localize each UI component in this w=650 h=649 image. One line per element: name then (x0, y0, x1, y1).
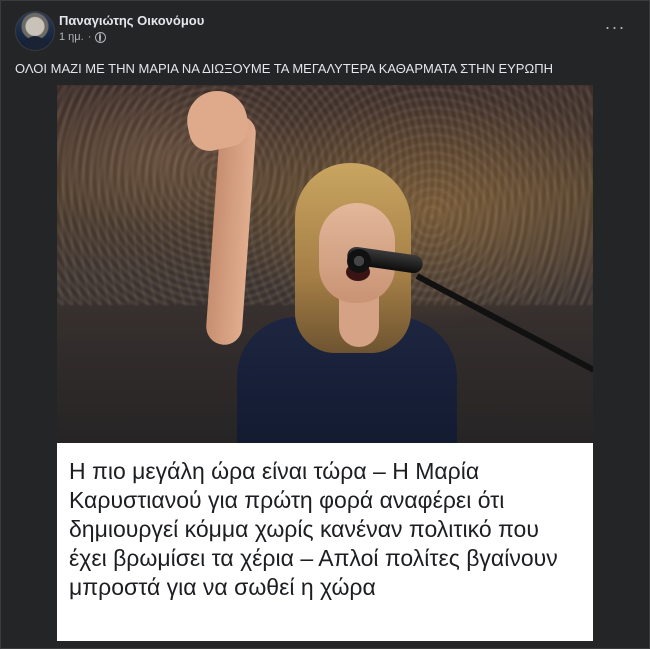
post-meta: 1 ημ. · (59, 31, 107, 43)
post-timestamp[interactable]: 1 ημ. (59, 31, 84, 43)
post-header: Παναγιώτης Οικονόμου 1 ημ. · ··· (15, 11, 635, 51)
author-avatar[interactable] (15, 11, 55, 51)
article-caption: Η πιο μεγάλη ώρα είναι τώρα – Η Μαρία Κα… (69, 458, 558, 600)
post-text: ΟΛΟΙ ΜΑΖΙ ΜΕ ΤΗΝ ΜΑΡΙΑ ΝΑ ΔΙΩΞΟΥΜΕ ΤΑ ΜΕ… (15, 61, 553, 76)
more-horizontal-icon: ··· (604, 16, 626, 37)
globe-icon[interactable] (95, 31, 107, 43)
meta-separator: · (87, 31, 92, 43)
photo-figure-neck (339, 297, 379, 347)
photo-microphone-head (347, 249, 371, 273)
post-photo[interactable] (57, 85, 593, 443)
more-options-button[interactable]: ··· (601, 13, 629, 41)
article-caption-card[interactable]: Η πιο μεγάλη ώρα είναι τώρα – Η Μαρία Κα… (57, 443, 593, 641)
author-name[interactable]: Παναγιώτης Οικονόμου (59, 13, 204, 28)
facebook-post: Παναγιώτης Οικονόμου 1 ημ. · ··· ΟΛΟΙ ΜΑ… (0, 0, 650, 649)
